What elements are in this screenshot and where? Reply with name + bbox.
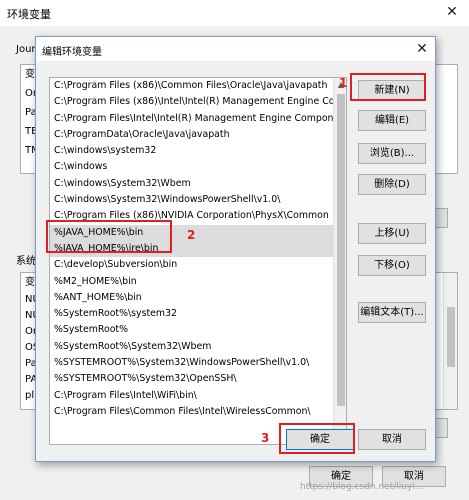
user-variables-group-label: Jour (14, 44, 38, 55)
list-item[interactable]: %SYSTEMROOT%\System32\OpenSSH\ (50, 371, 346, 387)
list-item[interactable]: C:\Program Files\Common Files\Intel\Wire… (50, 404, 346, 420)
bg-close-icon[interactable]: ✕ (441, 2, 463, 22)
annotation-marker-1: 1 (339, 76, 348, 90)
list-item[interactable]: C:\windows\System32\Wbem (50, 176, 346, 192)
list-item-java-home-bin[interactable]: %JAVA_HOME%\bin (50, 224, 346, 241)
new-button[interactable]: 新建(N) (358, 80, 426, 101)
list-item[interactable]: C:\windows (50, 159, 346, 175)
edit-environment-variable-dialog: 编辑环境变量 ✕ C:\Program Files (x86)\Common F… (35, 36, 436, 462)
list-item[interactable]: C:\ProgramData\Oracle\Java\javapath (50, 127, 346, 143)
list-item[interactable]: C:\Program Files\Intel\Intel(R) Manageme… (50, 111, 346, 127)
edit-button[interactable]: 编辑(E) (358, 110, 426, 131)
move-up-button[interactable]: 上移(U) (358, 223, 426, 244)
list-item[interactable]: %ANT_HOME%\bin (50, 290, 346, 306)
dialog-title: 编辑环境变量 (42, 47, 102, 58)
list-item[interactable]: C:\Program Files\Intel\WiFi\bin\ (50, 388, 346, 404)
bg-window-title: 环境变量 (7, 8, 51, 21)
watermark: https://blog.csdn.net/liuyi... (300, 482, 424, 492)
list-item[interactable]: %M2_HOME%\bin (50, 274, 346, 290)
list-item[interactable]: C:\windows\System32\WindowsPowerShell\v1… (50, 192, 346, 208)
list-item[interactable]: C:\Program Files (x86)\Common Files\Orac… (50, 78, 346, 94)
edit-text-button[interactable]: 编辑文本(T)... (358, 302, 426, 323)
dialog-close-icon[interactable]: ✕ (411, 39, 433, 59)
cancel-button[interactable]: 取消 (358, 429, 426, 450)
list-item-java-home-jre-bin[interactable]: %JAVA_HOME%\jre\bin (50, 240, 346, 258)
list-item[interactable]: %SystemRoot%\System32\Wbem (50, 339, 346, 355)
list-item[interactable]: %SystemRoot% (50, 322, 346, 338)
bg-titlebar: 环境变量 ✕ (0, 0, 469, 26)
system-list-scrollbar[interactable] (443, 273, 457, 409)
move-down-button[interactable]: 下移(O) (358, 255, 426, 276)
list-item[interactable]: %SystemRoot%\system32 (50, 306, 346, 322)
scrollbar-thumb[interactable] (447, 307, 455, 367)
list-item[interactable]: %SYSTEMROOT%\System32\WindowsPowerShell\… (50, 355, 346, 371)
delete-button[interactable]: 删除(D) (358, 174, 426, 195)
ok-button[interactable]: 确定 (286, 429, 354, 450)
list-item[interactable]: C:\develop\Subversion\bin (50, 257, 346, 273)
annotation-marker-3: 3 (261, 431, 270, 445)
scrollbar-thumb[interactable] (337, 94, 345, 406)
list-item[interactable]: C:\Program Files (x86)\NVIDIA Corporatio… (50, 208, 346, 224)
dialog-titlebar: 编辑环境变量 ✕ (36, 37, 435, 61)
path-list[interactable]: C:\Program Files (x86)\Common Files\Orac… (49, 77, 347, 445)
path-list-scrollbar[interactable]: ▲ ▼ (333, 78, 346, 444)
list-item[interactable]: C:\windows\system32 (50, 143, 346, 159)
system-delete-button-stub[interactable] (436, 418, 448, 438)
browse-button[interactable]: 浏览(B)... (358, 143, 426, 164)
list-item[interactable]: C:\Program Files (x86)\Intel\Intel(R) Ma… (50, 94, 346, 110)
user-delete-button-stub[interactable] (436, 208, 448, 228)
annotation-marker-2: 2 (187, 228, 196, 242)
